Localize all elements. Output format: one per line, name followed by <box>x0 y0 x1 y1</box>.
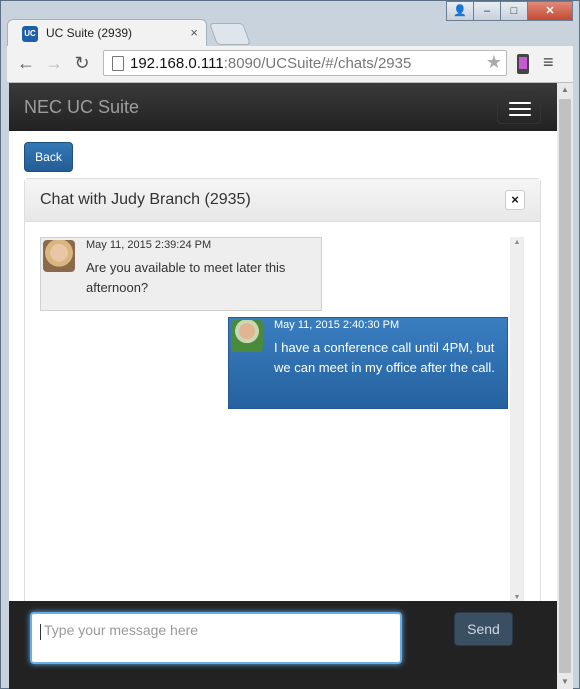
page-scroll-down-icon[interactable]: ▼ <box>557 675 573 689</box>
message-list[interactable]: May 11, 2015 2:39:24 PM Are you availabl… <box>40 237 526 603</box>
close-window-button[interactable]: ✕ <box>527 1 573 21</box>
bookmark-star-icon[interactable]: ★ <box>486 52 502 73</box>
page-scrollbar[interactable]: ▲ ▼ <box>557 83 573 689</box>
address-bar[interactable]: 192.168.0.111:8090/UCSuite/#/chats/2935 … <box>103 50 507 76</box>
profile-icon[interactable]: 👤 <box>446 1 474 21</box>
message-input[interactable]: Type your message here <box>30 612 402 664</box>
user-avatar <box>231 320 263 352</box>
outgoing-message: May 11, 2015 2:40:30 PM I have a confere… <box>228 317 508 409</box>
chat-panel-heading: Chat with Judy Branch (2935) × <box>25 179 540 222</box>
url-host: 192.168.0.111 <box>130 55 224 72</box>
back-arrow-icon[interactable]: ← <box>15 52 37 74</box>
tab-title: UC Suite (2939) <box>46 26 133 40</box>
page-scroll-thumb[interactable] <box>559 99 571 673</box>
page-icon <box>112 56 124 71</box>
hamburger-menu-button[interactable] <box>497 92 541 124</box>
back-button[interactable]: Back <box>24 142 73 172</box>
maximize-button[interactable]: □ <box>500 1 528 21</box>
composer-bar: Type your message here Send <box>9 601 557 689</box>
chat-panel: Chat with Judy Branch (2935) × May 11, 2… <box>24 178 541 608</box>
app-brand[interactable]: NEC UC Suite <box>24 97 139 118</box>
page-viewport: NEC UC Suite Back Chat with Judy Branch … <box>9 83 557 689</box>
browser-toolbar: ← → ↻ 192.168.0.111:8090/UCSuite/#/chats… <box>7 46 573 83</box>
forward-arrow-icon[interactable]: → <box>43 52 65 74</box>
message-timestamp: May 11, 2015 2:40:30 PM <box>274 319 400 331</box>
message-text: Are you available to meet later this aft… <box>86 260 286 295</box>
page-scroll-up-icon[interactable]: ▲ <box>557 83 573 97</box>
scroll-down-arrow-icon[interactable]: ▼ <box>510 594 524 601</box>
minimize-button[interactable]: – <box>473 1 501 21</box>
hamburger-bar <box>509 102 531 104</box>
uc-favicon-icon: UC <box>22 26 38 42</box>
text-caret <box>40 624 41 640</box>
url-text: 192.168.0.111:8090/UCSuite/#/chats/2935 <box>130 55 411 72</box>
hamburger-bar <box>509 114 531 116</box>
app-navbar: NEC UC Suite <box>9 83 557 131</box>
chat-title: Chat with Judy Branch (2935) <box>40 191 251 208</box>
message-input-placeholder: Type your message here <box>44 622 199 638</box>
close-chat-button[interactable]: × <box>505 190 525 210</box>
url-path: :8090/UCSuite/#/chats/2935 <box>223 55 412 72</box>
phone-extension-icon[interactable] <box>517 54 529 74</box>
incoming-message: May 11, 2015 2:39:24 PM Are you availabl… <box>40 237 322 311</box>
window-controls: 👤 – □ ✕ <box>446 1 573 21</box>
browser-tab[interactable]: UC UC Suite (2939) × <box>7 19 207 47</box>
tab-strip: UC UC Suite (2939) × <box>7 19 567 47</box>
message-text: I have a conference call until 4PM, but … <box>274 340 495 375</box>
tab-close-icon[interactable]: × <box>190 25 198 40</box>
scroll-up-arrow-icon[interactable]: ▲ <box>510 239 524 246</box>
browser-window: 👤 – □ ✕ UC UC Suite (2939) × ← → ↻ 192.1… <box>0 0 580 689</box>
reload-icon[interactable]: ↻ <box>71 52 93 74</box>
browser-menu-icon[interactable]: ≡ <box>543 52 554 73</box>
message-timestamp: May 11, 2015 2:39:24 PM <box>86 239 212 251</box>
send-button[interactable]: Send <box>454 612 513 646</box>
message-scrollbar[interactable]: ▲ ▼ <box>510 237 524 603</box>
new-tab-button[interactable] <box>208 23 252 45</box>
judy-avatar <box>43 240 75 272</box>
hamburger-bar <box>509 108 531 110</box>
